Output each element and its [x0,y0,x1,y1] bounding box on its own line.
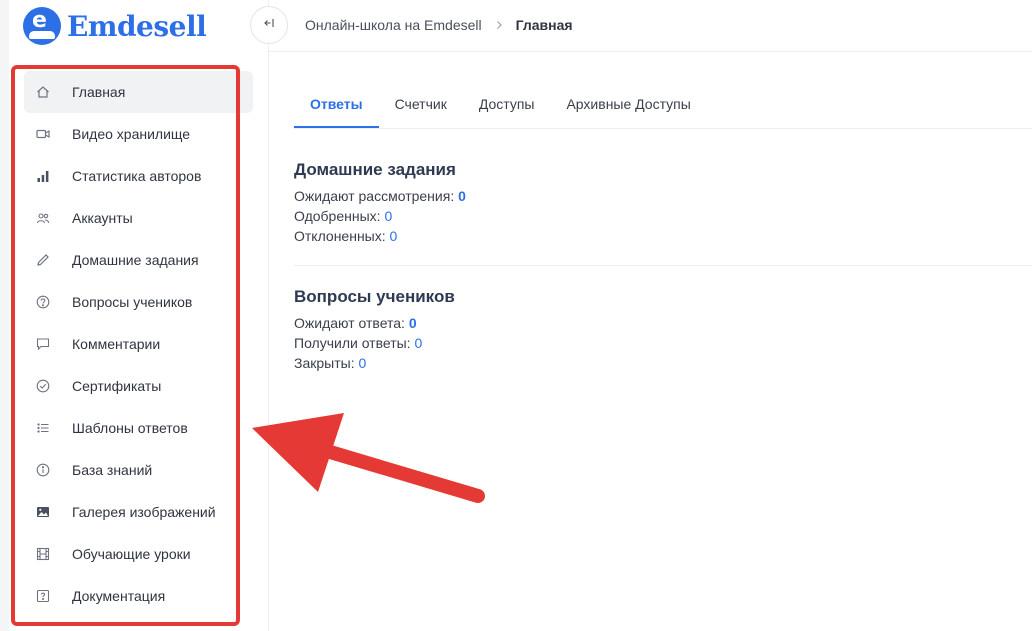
stat-value[interactable]: 0 [390,228,398,244]
sidebar-item-reply-templates[interactable]: Шаблоны ответов [24,407,253,449]
stat-label: Ожидают ответа: [294,315,405,331]
section-divider [294,265,1032,266]
questions-closed-stat: Закрыты: 0 [294,353,455,373]
stat-value[interactable]: 0 [384,208,392,224]
chevron-right-icon [494,20,504,30]
logo-text: Emdesell [67,9,207,43]
sidebar-item-homework[interactable]: Домашние задания [24,239,253,281]
stat-label: Получили ответы: [294,335,411,351]
tab-answers[interactable]: Ответы [294,78,379,129]
sidebar-item-label: Вопросы учеников [72,294,193,310]
questions-section: Вопросы учеников Ожидают ответа: 0 Получ… [294,287,455,373]
topbar: Онлайн-школа на Emdesell Главная [250,0,1032,52]
breadcrumb-current: Главная [515,17,573,33]
sidebar-item-label: Аккаунты [72,210,133,226]
question-circle-icon [35,294,51,310]
stat-label: Одобренных: [294,208,381,224]
questions-waiting-stat: Ожидают ответа: 0 [294,313,455,333]
stat-value[interactable]: 0 [409,315,417,331]
tabs-divider [294,128,1032,129]
sidebar-item-home[interactable]: Главная [24,71,253,113]
sidebar-item-video-storage[interactable]: Видео хранилище [24,113,253,155]
logo-mark-icon: e [23,7,61,45]
logo-mark-letter: e [32,8,47,33]
sidebar-item-label: Сертификаты [72,378,162,394]
sidebar-item-accounts[interactable]: Аккаунты [24,197,253,239]
stat-value[interactable]: 0 [414,335,422,351]
sidebar-nav: Главная Видео хранилище Статистика автор… [24,71,253,617]
info-icon [35,462,51,478]
video-icon [35,126,51,142]
homework-section: Домашние задания Ожидают рассмотрения: 0… [294,160,466,246]
home-icon [35,84,51,100]
pencil-icon [35,252,51,268]
sidebar-item-label: Комментарии [72,336,161,352]
sidebar: e Emdesell Главная Видео хранилище Стати… [0,0,269,631]
sidebar-item-label: Документация [72,588,166,604]
stat-label: Закрыты: [294,355,355,371]
sidebar-item-comments[interactable]: Комментарии [24,323,253,365]
sidebar-edge [0,0,9,631]
help-square-icon [35,588,51,604]
sidebar-item-label: Статистика авторов [72,168,202,184]
film-icon [35,546,51,562]
sidebar-item-certificates[interactable]: Сертификаты [24,365,253,407]
comment-icon [35,336,51,352]
sidebar-item-label: База знаний [72,462,153,478]
collapse-sidebar-button[interactable] [250,6,288,44]
homework-rejected-stat: Отклоненных: 0 [294,226,466,246]
breadcrumb-parent-link[interactable]: Онлайн-школа на Emdesell [305,17,482,33]
sidebar-item-label: Главная [72,84,126,100]
sidebar-item-student-questions[interactable]: Вопросы учеников [24,281,253,323]
homework-approved-stat: Одобренных: 0 [294,206,466,226]
sidebar-item-label: Видео хранилище [72,126,191,142]
tab-counter[interactable]: Счетчик [379,78,463,129]
sidebar-item-label: Домашние задания [72,252,199,268]
image-icon [35,504,51,520]
questions-title: Вопросы учеников [294,287,455,306]
sidebar-item-author-stats[interactable]: Статистика авторов [24,155,253,197]
stat-label: Ожидают рассмотрения: [294,188,455,204]
questions-answered-stat: Получили ответы: 0 [294,333,455,353]
certificate-icon [35,378,51,394]
stat-label: Отклоненных: [294,228,386,244]
collapse-arrow-icon [263,16,275,34]
breadcrumb: Онлайн-школа на Emdesell Главная [305,17,573,33]
logo[interactable]: e Emdesell [23,6,207,46]
users-icon [35,210,51,226]
tabs: Ответы Счетчик Доступы Архивные Доступы [294,78,707,129]
homework-pending-stat: Ожидают рассмотрения: 0 [294,186,466,206]
sidebar-item-label: Шаблоны ответов [72,420,188,436]
sidebar-item-documentation[interactable]: Документация [24,575,253,617]
tab-access[interactable]: Доступы [463,78,551,129]
sidebar-item-tutorials[interactable]: Обучающие уроки [24,533,253,575]
sidebar-item-label: Галерея изображений [72,504,216,520]
bar-chart-icon [35,168,51,184]
stat-value[interactable]: 0 [458,188,466,204]
tab-archived-access[interactable]: Архивные Доступы [550,78,706,129]
sidebar-item-image-gallery[interactable]: Галерея изображений [24,491,253,533]
sidebar-item-label: Обучающие уроки [72,546,191,562]
sidebar-item-knowledge-base[interactable]: База знаний [24,449,253,491]
homework-title: Домашние задания [294,160,456,179]
list-icon [35,420,51,436]
stat-value[interactable]: 0 [358,355,366,371]
